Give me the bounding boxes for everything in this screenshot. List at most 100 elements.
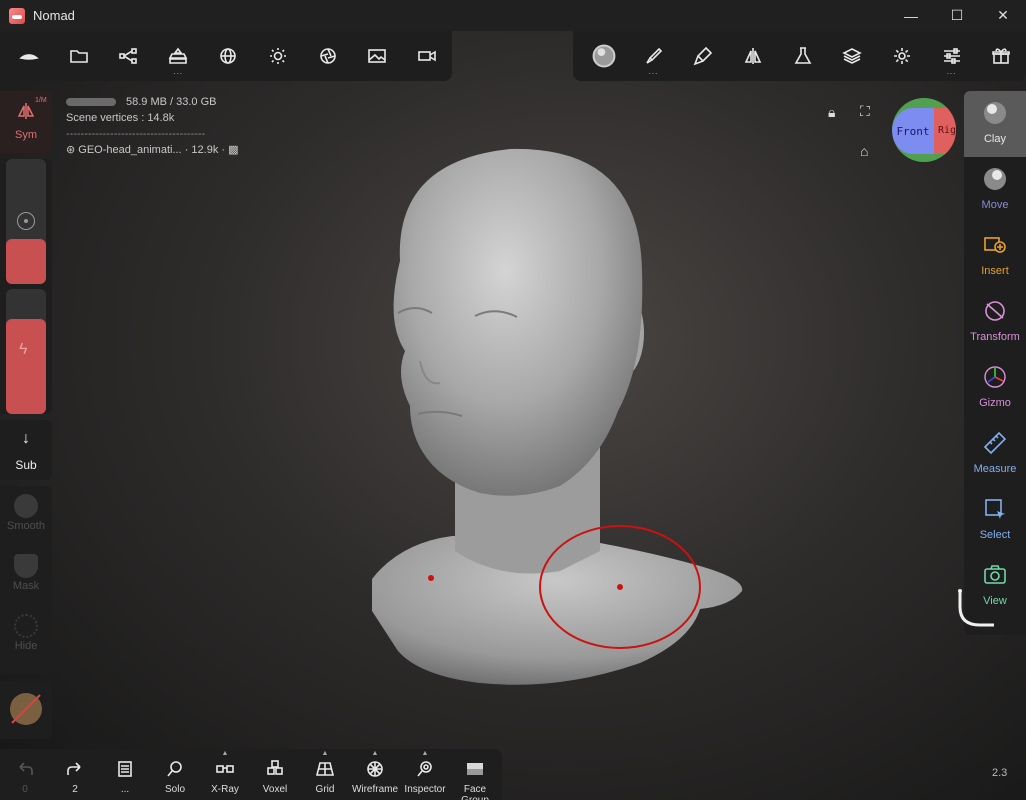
hide-tool[interactable]: Hide [0, 614, 52, 652]
object-name: GEO-head_animati... [78, 144, 182, 156]
gift-icon [992, 48, 1011, 64]
smooth-tool[interactable]: Smooth [0, 494, 52, 532]
gizmo-tool[interactable]: Gizmo [964, 355, 1026, 421]
experimental-button[interactable] [778, 31, 828, 81]
radius-icon [17, 212, 35, 230]
close-button[interactable]: ✕ [980, 0, 1026, 31]
history-label: ... [120, 784, 130, 795]
info-separator: -------------------------------------- [66, 128, 206, 140]
stroke-button[interactable] [678, 31, 728, 81]
interface-button[interactable]: ... [927, 31, 977, 81]
bottom-toolbar: 0 2 ... Solo ▲ X-Ray Voxel ▲ Grid ▲ Wire… [0, 749, 502, 800]
subtract-toggle[interactable]: ↓ Sub [0, 420, 52, 480]
camera-button[interactable] [402, 31, 452, 81]
aperture-icon [319, 48, 336, 64]
solo-label: Solo [164, 784, 185, 795]
hide-label: Hide [14, 640, 38, 652]
redo-button[interactable]: 2 [50, 749, 100, 800]
history-list-icon [118, 761, 132, 777]
primitives-button[interactable]: ... [153, 31, 203, 81]
paint-button[interactable]: ... [629, 31, 679, 81]
minimize-button[interactable]: — [888, 0, 934, 31]
move-tool[interactable]: Move [964, 157, 1026, 223]
clay-label: Clay [983, 133, 1006, 145]
scene-graph-icon [119, 48, 138, 64]
checker-icon: ▩ [228, 144, 239, 156]
grid-button[interactable]: ▲ Grid [300, 749, 350, 800]
gizmo-icon [984, 366, 1006, 388]
topology-button[interactable] [203, 31, 253, 81]
shop-button[interactable] [976, 31, 1026, 81]
mask-shield-icon [14, 554, 38, 578]
files-button[interactable] [54, 31, 104, 81]
clay-sphere-icon [984, 102, 1006, 124]
face-group-label: Face Group [461, 784, 489, 800]
top-toolbar-left: ... [0, 31, 452, 81]
wireframe-button[interactable]: ▲ Wireframe [350, 749, 400, 800]
xray-label: X-Ray [211, 784, 239, 795]
symmetry-icon [17, 103, 35, 119]
face-group-button[interactable]: Face Group [450, 749, 500, 800]
background-button[interactable] [352, 31, 402, 81]
brush-sliders: ϟ [0, 159, 52, 414]
home-icon[interactable]: ⌂ [860, 143, 868, 159]
inspector-icon [417, 761, 432, 777]
measure-tool[interactable]: Measure [964, 421, 1026, 487]
material-button[interactable] [579, 31, 629, 81]
postprocess-button[interactable] [303, 31, 353, 81]
nomad-menu-button[interactable] [4, 31, 54, 81]
history-button[interactable]: ... [100, 749, 150, 800]
lock-icon[interactable]: 🔒︎ [828, 104, 835, 121]
image-icon [368, 49, 387, 63]
topology-sphere-icon [220, 48, 236, 64]
viewport-3d[interactable]: ... ... ... 58.9 MB / 33.0 GB Scene vert… [0, 31, 1026, 800]
magnifier-icon [167, 761, 182, 777]
primitives-icon [168, 47, 188, 64]
symmetry-button[interactable] [728, 31, 778, 81]
xray-button[interactable]: ▲ X-Ray [200, 749, 250, 800]
hide-icon [14, 614, 38, 638]
measure-label: Measure [973, 463, 1017, 475]
layers-button[interactable] [827, 31, 877, 81]
inspector-label: Inspector [404, 784, 446, 795]
video-camera-icon [418, 50, 436, 62]
top-toolbar-right: ... ... [573, 31, 1026, 81]
symmetry-dot [428, 575, 434, 581]
flask-icon [794, 47, 811, 64]
insert-label: Insert [981, 265, 1009, 277]
fullscreen-icon[interactable]: ⛶ [860, 103, 870, 120]
settings-button[interactable] [877, 31, 927, 81]
cube-front-face[interactable]: Front [892, 108, 934, 154]
voxel-button[interactable]: Voxel [250, 749, 300, 800]
undo-button[interactable]: 0 [0, 749, 50, 800]
transform-tool[interactable]: Transform [964, 289, 1026, 355]
smooth-icon [14, 494, 38, 518]
tool-column-handle[interactable] [950, 587, 996, 633]
select-tool[interactable]: Select [964, 487, 1026, 553]
transform-label: Transform [970, 331, 1020, 343]
lightning-icon: ϟ [19, 341, 28, 358]
mask-label: Mask [12, 580, 40, 592]
move-label: Move [981, 199, 1009, 211]
transform-icon [985, 301, 1005, 321]
insert-tool[interactable]: Insert [964, 223, 1026, 289]
arrow-down-icon: ↓ [22, 430, 30, 447]
symmetry-toggle[interactable]: 1/M Sym [0, 91, 52, 153]
inspector-button[interactable]: ▲ Inspector [400, 749, 450, 800]
paint-material-toggle[interactable] [0, 681, 52, 739]
object-row[interactable]: ⊛ GEO-head_animati... · 12.9k · ▩ [66, 142, 239, 158]
quick-tools: Smooth Mask Hide [0, 486, 52, 674]
orientation-cube[interactable]: Front Rig [892, 98, 956, 162]
mask-tool[interactable]: Mask [0, 554, 52, 592]
maximize-button[interactable]: ☐ [934, 0, 980, 31]
nomad-logo-icon [19, 54, 39, 60]
scene-button[interactable] [104, 31, 154, 81]
clay-tool[interactable]: Clay [964, 91, 1026, 157]
undo-count: 0 [22, 784, 28, 795]
solo-button[interactable]: Solo [150, 749, 200, 800]
lighting-button[interactable] [253, 31, 303, 81]
mesh-icon: ⊛ [66, 144, 76, 156]
cube-right-face[interactable]: Rig [934, 108, 956, 154]
title-bar: Nomad — ☐ ✕ [0, 0, 1026, 31]
ruler-icon [983, 431, 1007, 455]
